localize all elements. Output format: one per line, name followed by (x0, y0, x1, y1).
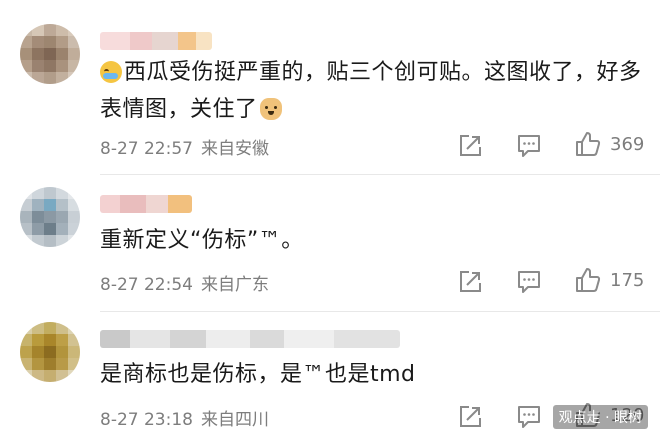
comment-text: 重新定义“伤标”™。 (100, 228, 304, 253)
share-icon (460, 271, 481, 292)
comment-meta: 8-27 22:57 来自安徽 (100, 134, 269, 159)
timestamp: 8-27 23:18 (100, 410, 193, 430)
location: 来自四川 (200, 410, 269, 430)
divider (100, 174, 660, 175)
thumbs-up-icon (576, 268, 601, 292)
username-blurred[interactable] (100, 32, 212, 50)
avatar[interactable] (20, 187, 80, 247)
divider (100, 311, 660, 312)
watermark: 观点走 · 眼树 (552, 405, 648, 429)
username-blurred[interactable] (100, 195, 192, 213)
comment-button[interactable] (516, 133, 542, 159)
share-icon (460, 406, 481, 427)
thumbs-up-icon (576, 132, 601, 156)
comment-meta: 8-27 22:54 来自广东 (100, 270, 269, 295)
like-count: 175 (610, 270, 645, 291)
comment-button[interactable] (516, 404, 542, 430)
location: 来自广东 (200, 275, 269, 295)
share-icon (460, 135, 481, 156)
like-count: 369 (610, 134, 645, 155)
avatar[interactable] (20, 322, 80, 382)
username-blurred[interactable] (100, 330, 400, 348)
comment-icon (518, 271, 540, 293)
doge-emoji-icon (259, 98, 282, 120)
timestamp: 8-27 22:54 (100, 275, 193, 295)
avatar[interactable] (20, 24, 80, 84)
share-button[interactable] (457, 404, 483, 430)
share-button[interactable] (457, 133, 483, 159)
comment-button[interactable] (516, 269, 542, 295)
comment-icon (518, 406, 540, 428)
location: 来自安徽 (200, 139, 269, 159)
cry-laugh-emoji-icon (100, 61, 122, 83)
comment-text: 西瓜受伤挺严重的，贴三个创可贴。这图收了，好多表情图，关住了 (100, 60, 642, 122)
timestamp: 8-27 22:57 (100, 139, 193, 159)
comment-text: 是商标也是伤标，是™也是tmd (100, 362, 416, 387)
like-button[interactable] (575, 131, 601, 157)
share-button[interactable] (457, 269, 483, 295)
comment-icon (518, 135, 540, 157)
comment-meta: 8-27 23:18 来自四川 (100, 405, 269, 430)
like-button[interactable] (575, 267, 601, 293)
